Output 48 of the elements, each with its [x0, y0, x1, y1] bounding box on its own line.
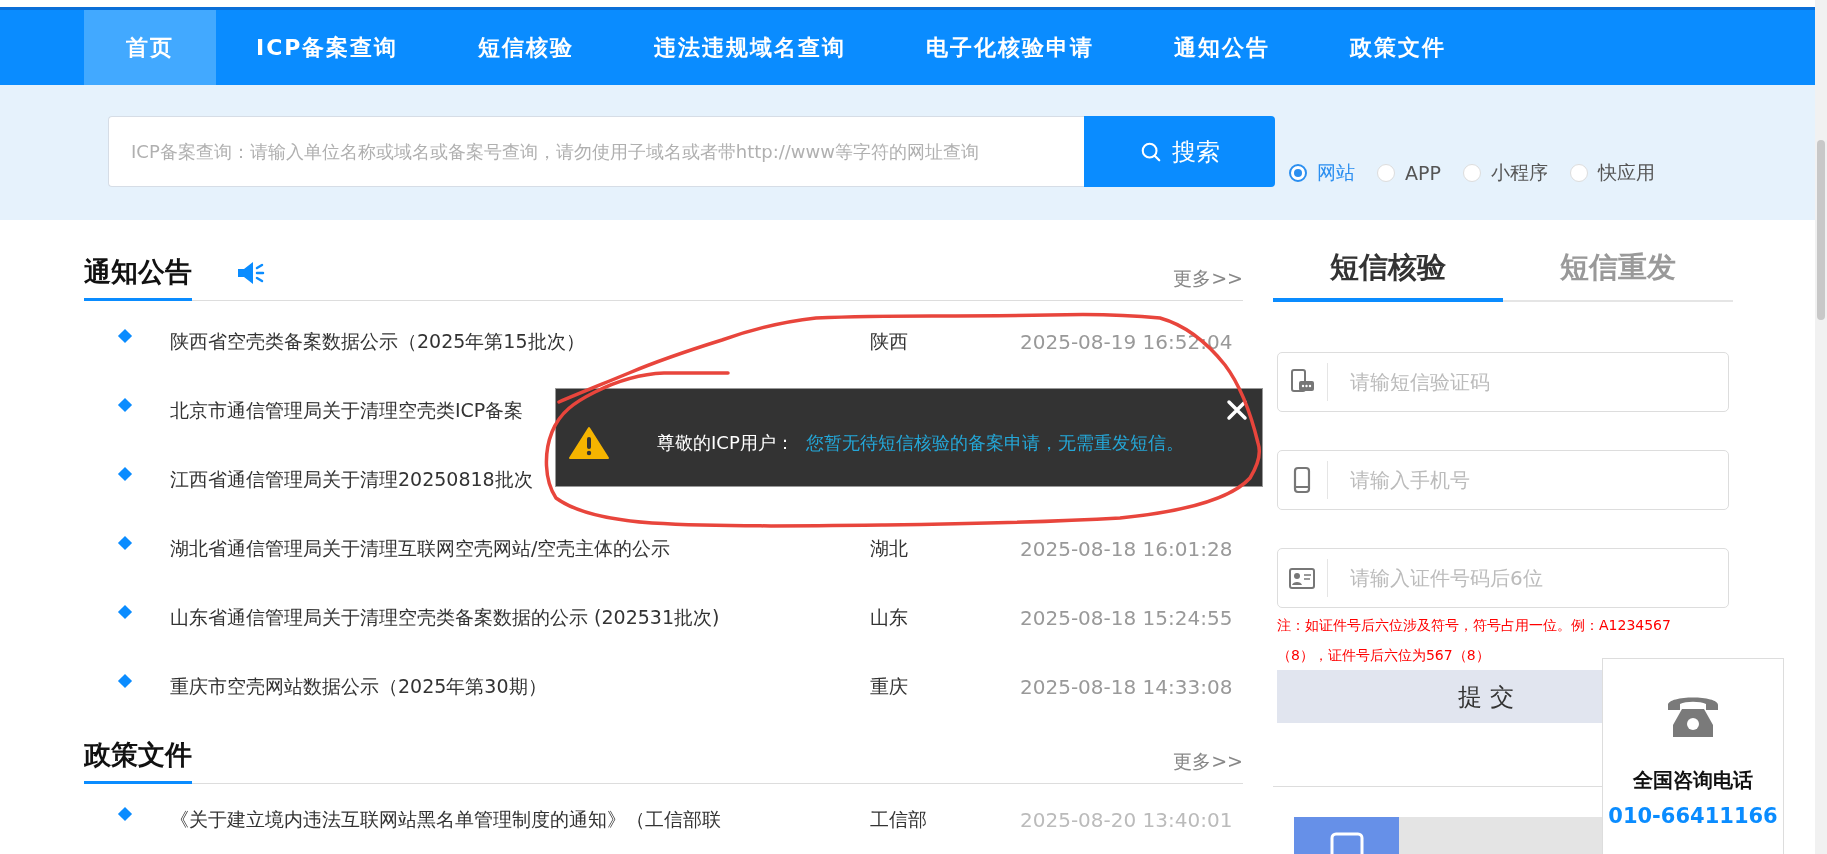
notice-link[interactable]: 江西省通信管理局关于清理20250818批次 [170, 467, 533, 490]
date-text: 2025-08-18 14:33:08 [1020, 674, 1233, 699]
greeting-text: 尊敬的ICP用户： [657, 430, 794, 455]
tab[interactable]: 短信核验 [1273, 247, 1503, 302]
hotline-title: 全国咨询电话 [1633, 767, 1753, 794]
note-text: 注：如证件号后六位涉及符号，符号占用一位。例：A1234567（8），证件号后六位为567（8） [1277, 616, 1672, 665]
radio-button[interactable] [1289, 164, 1307, 182]
nav-tab[interactable]: 违法违规域名查询 [614, 10, 887, 85]
warning-icon [568, 425, 610, 460]
region-text: 陕西 [870, 329, 908, 352]
notice-link[interactable]: 湖北省通信管理局关于清理互联网空壳网站/空壳主体的公示 [170, 536, 671, 559]
notice-link[interactable]: 《关于建立境内违法互联网站黑名单管理制度的通知》（工信部联 [170, 808, 721, 830]
scroll-thumb[interactable] [1817, 140, 1825, 320]
region-text: 山东 [870, 605, 908, 628]
close-icon[interactable] [1226, 399, 1248, 421]
date-text: 2025-08-20 13:40:01 [1020, 808, 1233, 832]
nav-tab[interactable]: 电子化核验申请 [886, 10, 1135, 85]
search-icon [1139, 140, 1162, 163]
radio-label[interactable]: 小程序 [1490, 160, 1548, 186]
message-text: 您暂无待短信核验的备案申请，无需重发短信。 [805, 430, 1184, 455]
speaker-icon [236, 260, 266, 286]
radio-label[interactable]: 快应用 [1597, 160, 1655, 186]
radio-label[interactable]: APP [1405, 162, 1441, 184]
region-text: 工信部 [870, 808, 927, 830]
input-field[interactable]: 请输短信验证码 [1277, 352, 1729, 412]
region-text: 重庆 [870, 674, 908, 697]
phone-number: 010-66411166 [1608, 804, 1778, 828]
nav-tab[interactable]: 通知公告 [1134, 10, 1311, 85]
notice-link[interactable]: 山东省通信管理局关于清理空壳类备案数据的公示 (202531批次) [170, 605, 720, 628]
submit-button[interactable]: 提 交 [1277, 670, 1602, 723]
nav-tab[interactable]: 短信核验 [438, 10, 615, 85]
region-text: 湖北 [870, 536, 908, 559]
input-field[interactable]: 请输入证件号码后6位 [1277, 548, 1729, 608]
more-link[interactable]: 更多>> [1173, 749, 1243, 783]
notice-link[interactable]: 重庆市空壳网站数据公示（2025年第30期） [170, 674, 547, 697]
section-title: 政策文件 [84, 737, 192, 784]
search-button[interactable]: 搜索 [1084, 116, 1275, 187]
date-text: 2025-08-18 15:24:55 [1020, 605, 1233, 630]
notice-link[interactable]: 北京市通信管理局关于清理空壳类ICP备案 [170, 398, 524, 421]
input-field[interactable]: 请输入手机号 [1277, 450, 1729, 510]
scrollbar[interactable] [1815, 0, 1827, 854]
nav-tab[interactable]: 政策文件 [1310, 10, 1487, 85]
date-text: 2025-08-18 16:01:28 [1020, 536, 1233, 561]
notice-link[interactable]: 陕西省空壳类备案数据公示（2025年第15批次） [170, 329, 585, 352]
more-link[interactable]: 更多>> [1173, 266, 1243, 300]
nav-tab[interactable]: ICP备案查询 [216, 10, 439, 85]
section-title: 通知公告 [84, 254, 192, 301]
search-field[interactable]: ICP备案查询：请输入单位名称或域名或备案号查询，请勿使用子域名或者带http://www等字符的网址查询 [108, 116, 1084, 187]
